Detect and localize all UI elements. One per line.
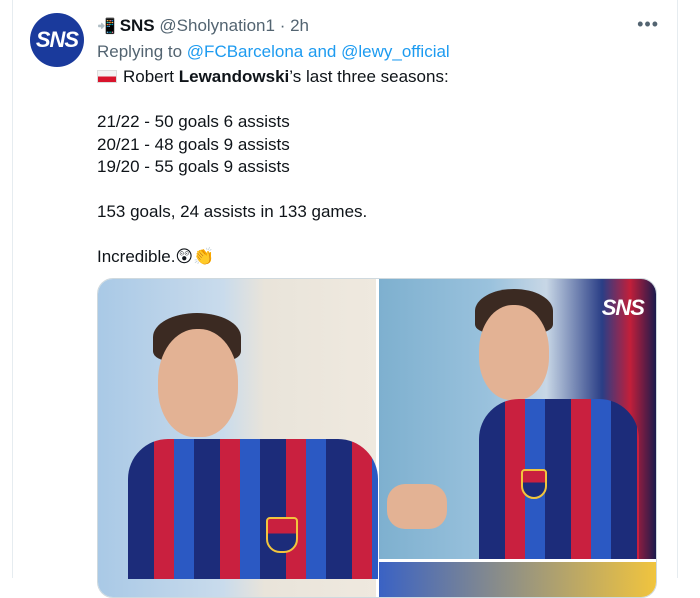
separator-dot: · (279, 16, 286, 35)
reply-mention-fcbarcelona[interactable]: @FCBarcelona (187, 42, 303, 61)
player-face (479, 305, 549, 400)
thumbs-up-hand (387, 484, 447, 529)
avatar[interactable]: SNS (30, 13, 84, 67)
more-options-icon[interactable]: ••• (637, 14, 659, 35)
intro-text-end: ’s last three seasons: (289, 67, 449, 86)
club-crest-icon (521, 469, 547, 499)
reply-and: and (308, 42, 337, 61)
player-shirt (479, 399, 639, 559)
club-crest-icon (266, 517, 298, 553)
reply-mention-lewy[interactable]: @lewy_official (341, 42, 450, 61)
tweet-line-intro: Robert Lewandowski’s last three seasons: (97, 66, 657, 89)
user-handle[interactable]: @Sholynation1 (159, 16, 275, 35)
tweet-text: Robert Lewandowski’s last three seasons:… (97, 66, 657, 269)
intro-text: Robert (123, 67, 179, 86)
closing-line: Incredible.😲👏 (97, 247, 215, 266)
player-face (158, 329, 238, 437)
intro-bold-name: Lewandowski (178, 67, 290, 86)
display-name[interactable]: SNS (120, 16, 155, 35)
poland-flag-icon (97, 70, 117, 83)
media-grid[interactable]: SNS (97, 278, 657, 598)
tweet-card[interactable]: SNS 📲 SNS @Sholynation1 · 2h ••• Replying… (12, 0, 678, 598)
season-line: 19/20 - 55 goals 9 assists (97, 157, 290, 176)
photo-bottom-right[interactable] (379, 562, 656, 597)
photo-left[interactable] (98, 279, 378, 597)
avatar-logo-text: SNS (35, 27, 79, 52)
season-line: 20/21 - 48 goals 9 assists (97, 134, 290, 154)
season-line: 21/22 - 50 goals 6 assists (97, 112, 290, 131)
player-shirt (128, 439, 378, 579)
reply-prefix: Replying to (97, 42, 183, 61)
phone-arrow-icon: 📲 (97, 18, 116, 35)
tweet-header: 📲 SNS @Sholynation1 · 2h (97, 16, 309, 36)
summary-line: 153 goals, 24 assists in 133 games. (97, 202, 368, 221)
photo-right[interactable]: SNS (379, 279, 656, 559)
timestamp[interactable]: 2h (290, 16, 309, 35)
reply-context: Replying to @FCBarcelona and @lewy_offic… (97, 42, 450, 62)
sns-watermark-logo: SNS (601, 295, 645, 320)
